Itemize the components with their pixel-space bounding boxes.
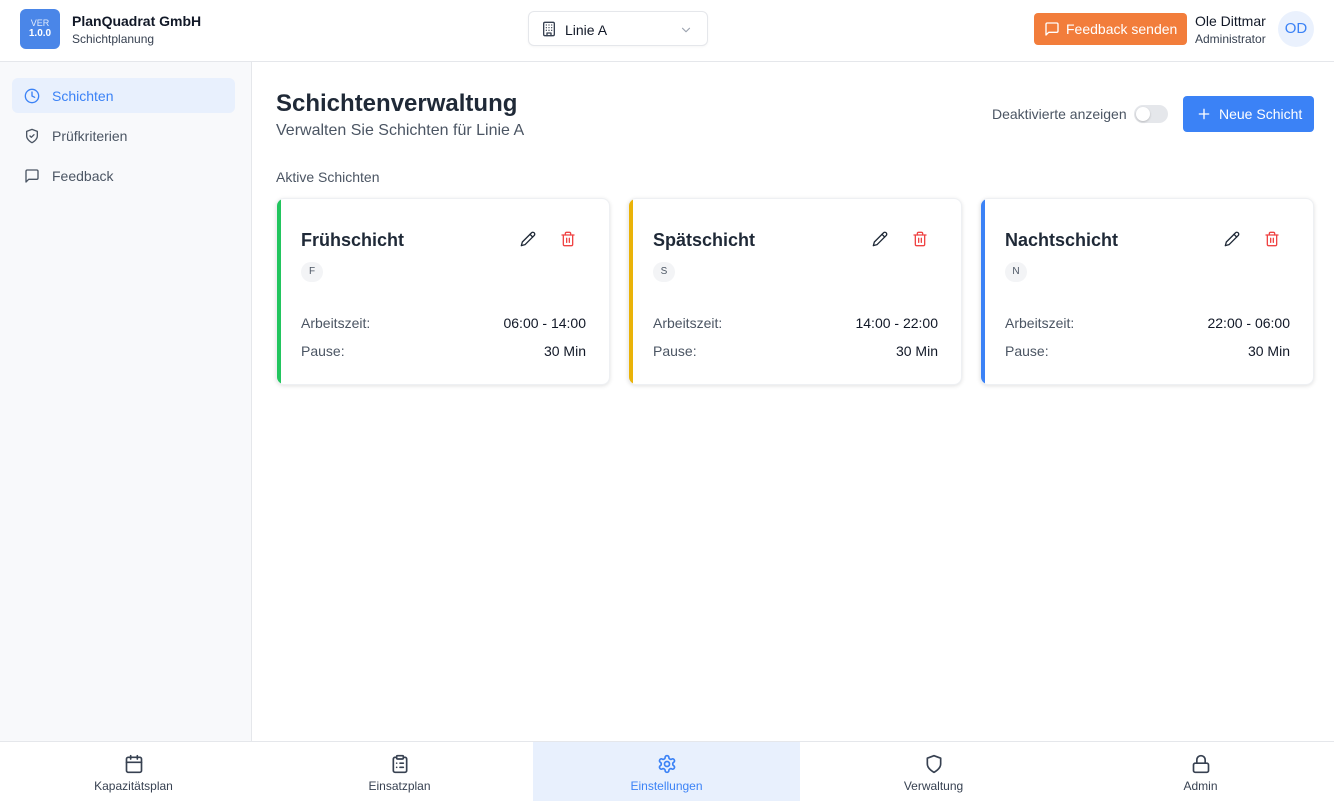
sidebar: Schichten Prüfkriterien Feedback <box>0 62 252 741</box>
sidebar-item-label: Prüfkriterien <box>52 128 128 144</box>
bottom-nav: Kapazitätsplan Einsatzplan Einstellungen… <box>0 741 1334 801</box>
building-icon <box>541 21 557 42</box>
nav-item-einsatzplan[interactable]: Einsatzplan <box>266 742 533 801</box>
calendar-icon <box>124 754 144 779</box>
edit-icon[interactable] <box>1224 231 1240 252</box>
nav-item-kapazitaetsplan[interactable]: Kapazitätsplan <box>0 742 267 801</box>
worktime-value: 06:00 - 14:00 <box>503 315 586 331</box>
feedback-button-label: Feedback senden <box>1066 21 1178 37</box>
shield-icon <box>924 754 944 779</box>
worktime-label: Arbeitszeit: <box>1005 315 1075 331</box>
pause-label: Pause: <box>653 343 697 359</box>
show-deactivated-toggle[interactable] <box>1134 105 1168 123</box>
logo-version-label: VER <box>30 18 50 28</box>
app-logo[interactable]: VER 1.0.0 <box>20 9 60 49</box>
user-role: Administrator <box>1195 32 1266 46</box>
app-header: VER 1.0.0 PlanQuadrat GmbH Schichtplanun… <box>0 0 1334 62</box>
nav-item-admin[interactable]: Admin <box>1067 742 1334 801</box>
worktime-label: Arbeitszeit: <box>301 315 371 331</box>
shift-card-nachtschicht: Nachtschicht N Arbeitszeit: 22:00 - 06:0… <box>980 198 1314 385</box>
edit-icon[interactable] <box>520 231 536 252</box>
gear-icon <box>657 754 677 779</box>
clock-icon <box>24 88 40 109</box>
sidebar-item-feedback[interactable]: Feedback <box>12 158 235 193</box>
nav-item-label: Einsatzplan <box>368 779 431 793</box>
sidebar-item-label: Schichten <box>52 88 114 104</box>
pause-label: Pause: <box>1005 343 1049 359</box>
nav-item-label: Verwaltung <box>903 779 964 793</box>
nav-item-label: Admin <box>1183 779 1218 793</box>
app-subtitle: Schichtplanung <box>72 32 155 46</box>
sidebar-item-pruefkriterien[interactable]: Prüfkriterien <box>12 118 235 153</box>
shift-color-bar <box>981 199 985 384</box>
clipboard-list-icon <box>390 754 410 779</box>
user-name: Ole Dittmar <box>1195 13 1266 29</box>
trash-icon[interactable] <box>912 231 928 252</box>
plus-icon <box>1196 106 1212 127</box>
shield-check-icon <box>24 128 40 149</box>
worktime-label: Arbeitszeit: <box>653 315 723 331</box>
logo-version-number: 1.0.0 <box>28 28 52 39</box>
pause-label: Pause: <box>301 343 345 359</box>
avatar[interactable]: OD <box>1278 11 1314 47</box>
page-title: Schichtenverwaltung <box>276 90 518 117</box>
lock-icon <box>1191 754 1211 779</box>
nav-item-label: Einstellungen <box>630 779 703 793</box>
page-subtitle: Verwalten Sie Schichten für Linie A <box>276 122 525 139</box>
nav-item-label: Kapazitätsplan <box>94 779 173 793</box>
message-square-icon <box>24 168 40 189</box>
trash-icon[interactable] <box>560 231 576 252</box>
new-shift-button-label: Neue Schicht <box>1219 106 1303 122</box>
worktime-value: 14:00 - 22:00 <box>855 315 938 331</box>
sidebar-item-schichten[interactable]: Schichten <box>12 78 235 113</box>
shift-color-bar <box>277 199 281 384</box>
trash-icon[interactable] <box>1264 231 1280 252</box>
company-name: PlanQuadrat GmbH <box>72 13 202 29</box>
toggle-knob <box>1136 107 1150 121</box>
chevron-down-icon <box>679 23 693 42</box>
shift-code-badge: F <box>301 262 323 282</box>
line-select[interactable]: Linie A <box>528 11 708 46</box>
shift-card-spaetschicht: Spätschicht S Arbeitszeit: 14:00 - 22:00… <box>628 198 962 385</box>
shift-title: Spätschicht <box>653 230 756 250</box>
worktime-value: 22:00 - 06:00 <box>1207 315 1290 331</box>
line-select-value: Linie A <box>565 22 608 38</box>
shift-code-badge: N <box>1005 262 1027 282</box>
edit-icon[interactable] <box>872 231 888 252</box>
pause-value: 30 Min <box>1247 343 1290 359</box>
section-label-active-shifts: Aktive Schichten <box>276 169 380 185</box>
message-square-icon <box>1044 21 1060 42</box>
shift-title: Nachtschicht <box>1005 230 1119 250</box>
nav-item-verwaltung[interactable]: Verwaltung <box>800 742 1067 801</box>
show-deactivated-label: Deaktivierte anzeigen <box>992 106 1127 122</box>
sidebar-item-label: Feedback <box>52 168 114 184</box>
nav-item-einstellungen[interactable]: Einstellungen <box>533 742 800 801</box>
pause-value: 30 Min <box>543 343 586 359</box>
shift-card-fruehschicht: Frühschicht F Arbeitszeit: 06:00 - 14:00… <box>276 198 610 385</box>
pause-value: 30 Min <box>895 343 938 359</box>
new-shift-button[interactable]: Neue Schicht <box>1183 96 1314 132</box>
feedback-button[interactable]: Feedback senden <box>1034 13 1187 45</box>
shift-code-badge: S <box>653 262 675 282</box>
shift-title: Frühschicht <box>301 230 405 250</box>
shift-color-bar <box>629 199 633 384</box>
